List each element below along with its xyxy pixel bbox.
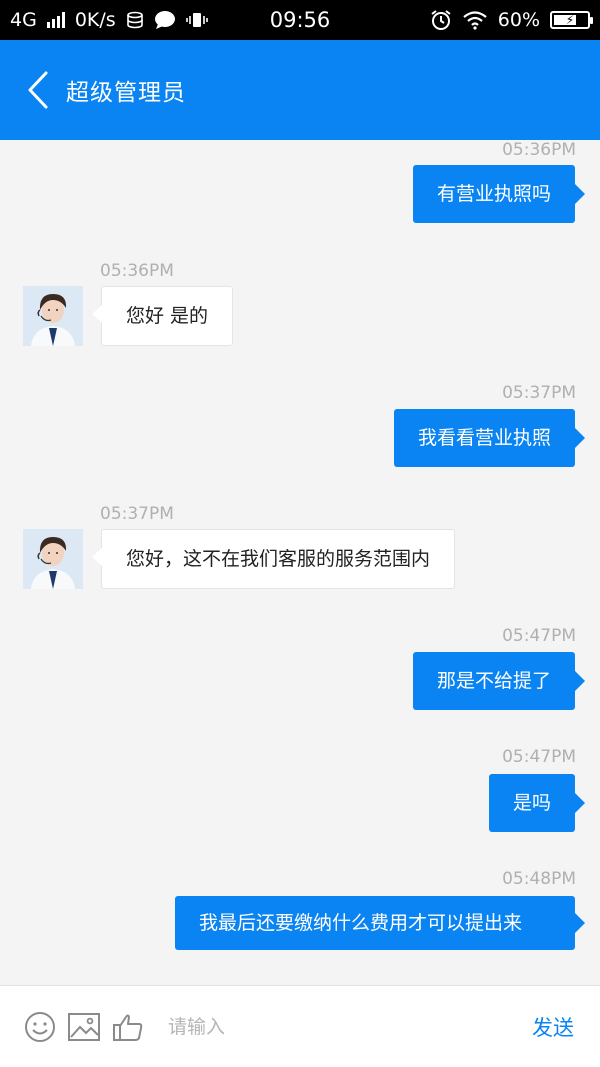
network-type: 4G: [10, 9, 37, 31]
chat-messages[interactable]: 05:36PM 有营业执照吗 05:36PM 您好 是的 05:37PM 我看看…: [0, 140, 600, 985]
signal-icon: [46, 12, 65, 28]
battery-icon: ⚡: [550, 11, 593, 29]
wifi-icon: [463, 11, 487, 30]
agent-avatar-icon: [23, 529, 83, 589]
send-button[interactable]: 发送: [532, 1012, 574, 1042]
message-time: 05:36PM: [502, 140, 576, 160]
message-bubble[interactable]: 我最后还要缴纳什么费用才可以提出来: [175, 896, 585, 950]
message-bubble[interactable]: 是吗: [488, 774, 586, 832]
message-time: 05:48PM: [502, 869, 576, 889]
message-time: 05:36PM: [100, 261, 174, 281]
image-icon[interactable]: [66, 1009, 102, 1045]
message-input[interactable]: [168, 996, 518, 1057]
back-button[interactable]: [10, 40, 66, 140]
app-header: 超级管理员: [0, 40, 600, 140]
message-bubble[interactable]: 有营业执照吗: [412, 165, 586, 223]
network-speed: 0K/s: [74, 9, 116, 31]
chevron-left-icon: [28, 71, 48, 109]
status-left: 4G 0K/s: [10, 9, 208, 31]
page-title: 超级管理员: [66, 80, 186, 106]
alarm-icon: [431, 10, 451, 30]
input-bar: 发送: [0, 985, 600, 1067]
agent-avatar-icon: [23, 286, 83, 346]
thumbs-up-icon[interactable]: [110, 1009, 146, 1045]
battery-percent: 60%: [497, 9, 540, 31]
message-bubble[interactable]: 您好 是的: [91, 286, 234, 346]
status-right: 60% ⚡: [430, 9, 593, 31]
avatar[interactable]: [23, 286, 83, 346]
vibrate-icon: [185, 13, 208, 27]
message-time: 05:47PM: [502, 626, 576, 646]
message-time: 05:37PM: [502, 383, 576, 403]
status-bar: 4G 0K/s 09:56 60% ⚡: [0, 0, 600, 40]
message-bubble[interactable]: 您好，这不在我们客服的服务范围内: [91, 529, 456, 589]
message-time: 05:37PM: [100, 504, 174, 524]
chat-notification-icon: [154, 11, 175, 29]
message-bubble[interactable]: 那是不给提了: [412, 652, 586, 710]
avatar[interactable]: [23, 529, 83, 589]
emoji-icon[interactable]: [22, 1009, 58, 1045]
message-bubble[interactable]: 我看看营业执照: [393, 409, 586, 467]
database-icon: [126, 11, 143, 29]
message-time: 05:47PM: [502, 747, 576, 767]
